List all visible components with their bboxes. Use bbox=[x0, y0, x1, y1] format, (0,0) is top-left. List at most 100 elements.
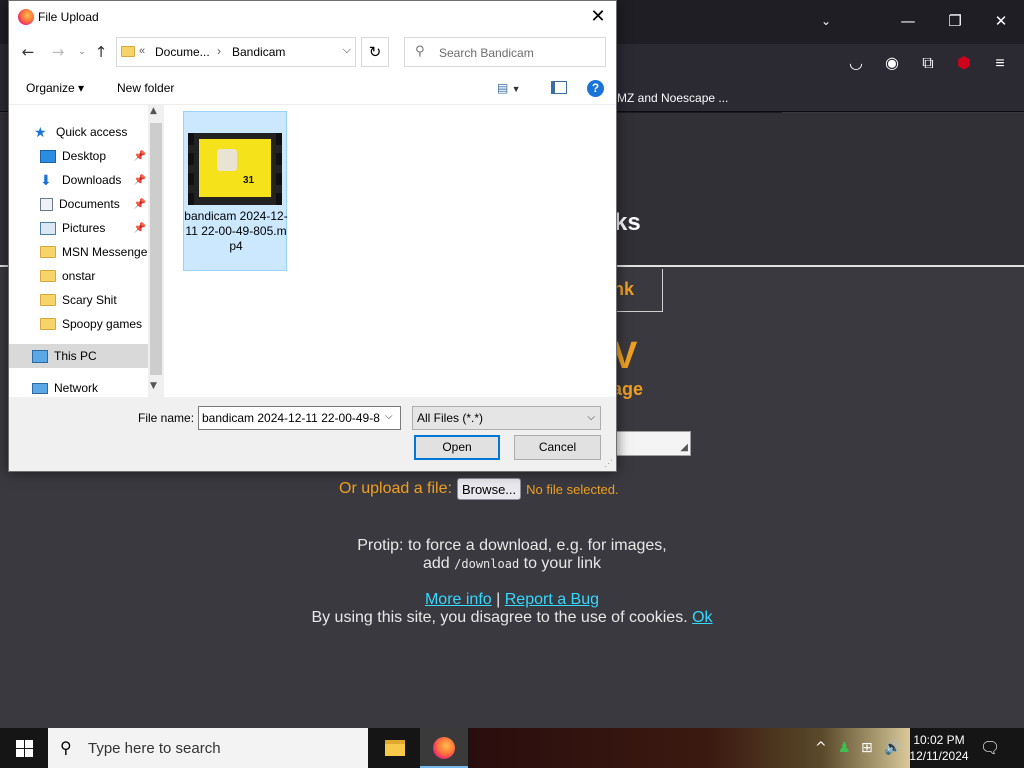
restore-button[interactable]: ❐ bbox=[940, 10, 970, 32]
nav-item-label: MSN Messenger bbox=[62, 245, 148, 259]
tab-list-chevron-icon[interactable]: ⌄ bbox=[811, 10, 841, 32]
dialog-command-bar: Organize ▾ New folder ▤ ▼ ? bbox=[9, 71, 616, 105]
windows-logo-icon bbox=[16, 740, 24, 748]
breadcrumb-bandicam[interactable]: Bandicam bbox=[232, 45, 285, 59]
tray-chevron-up-icon[interactable]: ^ bbox=[815, 738, 827, 758]
protip-line-1: Protip: to force a download, e.g. for im… bbox=[357, 537, 667, 554]
nav-item-network[interactable]: Network bbox=[9, 376, 148, 397]
open-button[interactable]: Open bbox=[414, 435, 500, 460]
pictures-icon bbox=[40, 221, 56, 235]
nav-item-quick-access[interactable]: ★ Quick access bbox=[9, 120, 148, 144]
forward-arrow-icon[interactable]: → bbox=[49, 42, 67, 62]
nav-item-label: Scary Shit bbox=[62, 293, 117, 307]
nav-item-desktop[interactable]: Desktop 📌 bbox=[9, 144, 148, 168]
taskbar-firefox[interactable] bbox=[420, 728, 468, 768]
nav-item-pictures[interactable]: Pictures 📌 bbox=[9, 216, 148, 240]
thumbnail-face bbox=[217, 149, 237, 171]
size-grip-icon[interactable]: ⋰ bbox=[604, 458, 613, 469]
protip-code: /download bbox=[454, 557, 520, 571]
nav-item-label: This PC bbox=[54, 349, 97, 363]
taskbar-search[interactable]: ⚲ Type here to search bbox=[48, 728, 368, 768]
ublock-icon[interactable]: ⬢ bbox=[953, 54, 975, 74]
user-status-icon[interactable]: ♟ bbox=[838, 738, 851, 758]
protip-add: add bbox=[422, 555, 450, 572]
organize-button[interactable]: Organize ▾ bbox=[26, 81, 84, 95]
no-file-text: No file selected. bbox=[526, 481, 619, 497]
chevron-down-icon[interactable]: ⌵ bbox=[587, 407, 595, 429]
scroll-up-icon[interactable]: ▲ bbox=[150, 106, 157, 116]
address-bar[interactable]: « Docume... › Bandicam ⌵ bbox=[116, 37, 356, 67]
preview-pane-icon[interactable] bbox=[551, 81, 567, 94]
nav-item-this-pc[interactable]: This PC bbox=[9, 344, 148, 368]
chevron-down-icon[interactable]: ⌵ bbox=[385, 411, 393, 422]
nav-item-msn-messenger[interactable]: MSN Messenger bbox=[9, 240, 148, 264]
nav-item-documents[interactable]: Documents 📌 bbox=[9, 192, 148, 216]
folder-icon bbox=[40, 270, 56, 282]
notifications-icon[interactable]: 🗨 bbox=[980, 738, 1000, 757]
file-type-value: All Files (*.*) bbox=[417, 411, 484, 425]
report-bug-link[interactable]: Report a Bug bbox=[505, 591, 599, 608]
nav-item-spoopy-games[interactable]: Spoopy games bbox=[9, 312, 148, 336]
breadcrumb-separator-icon[interactable]: › bbox=[217, 44, 221, 58]
nav-item-label: Pictures bbox=[62, 221, 106, 235]
search-icon: ⚲ bbox=[415, 44, 425, 59]
dialog-close-button[interactable]: ✕ bbox=[586, 5, 610, 29]
close-window-button[interactable]: ✕ bbox=[986, 10, 1016, 32]
cookie-text: By using this site, you disagree to the … bbox=[311, 609, 688, 626]
scroll-down-icon[interactable]: ▼ bbox=[150, 381, 157, 391]
file-item[interactable]: 31 bandicam 2024-12-11 22-00-49-805.mp4 bbox=[183, 111, 288, 271]
bookmark-item[interactable]: MZ and Noescape ... bbox=[617, 91, 728, 105]
video-thumbnail: 31 bbox=[188, 133, 282, 205]
extensions-icon[interactable]: ⧉ bbox=[917, 54, 939, 74]
file-name-label: File name: bbox=[138, 411, 195, 425]
nav-item-onstar[interactable]: onstar bbox=[9, 264, 148, 288]
nav-pane-scrollbar[interactable]: ▲ ▼ bbox=[148, 105, 164, 397]
new-folder-button[interactable]: New folder bbox=[117, 81, 174, 95]
minimize-button[interactable]: — bbox=[893, 10, 923, 32]
search-box[interactable]: ⚲ bbox=[404, 37, 606, 67]
chevron-down-icon[interactable]: ⌵ bbox=[343, 44, 351, 57]
start-button[interactable] bbox=[0, 728, 48, 768]
volume-icon[interactable]: 🔊 bbox=[884, 738, 901, 758]
resize-grip-icon[interactable]: ◢ bbox=[680, 443, 688, 453]
search-input[interactable] bbox=[439, 44, 599, 62]
windows-logo-icon bbox=[25, 740, 33, 748]
menu-icon[interactable]: ≡ bbox=[989, 54, 1011, 74]
file-name-label: bandicam 2024-12-11 22-00-49-805.mp4 bbox=[184, 209, 288, 253]
taskbar-search-placeholder: Type here to search bbox=[88, 740, 221, 757]
recent-locations-chevron-icon[interactable]: ⌄ bbox=[73, 42, 91, 62]
thumbnail-frame: 31 bbox=[199, 139, 271, 197]
file-name-input[interactable] bbox=[198, 406, 401, 430]
change-view-button[interactable]: ▤ ▼ bbox=[497, 81, 521, 95]
file-type-select[interactable]: All Files (*.*) ⌵ bbox=[412, 406, 601, 430]
pin-icon: 📌 bbox=[133, 174, 146, 186]
more-info-link[interactable]: More info bbox=[425, 591, 492, 608]
dialog-title-bar[interactable]: File Upload ✕ bbox=[9, 1, 616, 33]
system-clock[interactable]: 10:02 PM 12/11/2024 bbox=[908, 732, 970, 764]
cookie-ok-link[interactable]: Ok bbox=[692, 609, 712, 626]
address-overflow[interactable]: « bbox=[139, 45, 145, 57]
refresh-button[interactable]: ↻ bbox=[361, 37, 389, 67]
network-icon[interactable]: ⊞ bbox=[861, 738, 873, 758]
help-button[interactable]: ? bbox=[587, 80, 604, 97]
scrollbar-thumb[interactable] bbox=[150, 123, 162, 375]
dialog-footer: File name: ⌵ All Files (*.*) ⌵ Open Canc… bbox=[9, 397, 616, 471]
protip-suffix: to your link bbox=[523, 555, 601, 572]
back-arrow-icon[interactable]: ← bbox=[19, 42, 37, 62]
url-textarea[interactable]: ◢ bbox=[612, 431, 691, 456]
taskbar-file-explorer[interactable] bbox=[372, 728, 418, 768]
cancel-button[interactable]: Cancel bbox=[514, 435, 601, 460]
up-arrow-icon[interactable]: ↑ bbox=[92, 42, 110, 62]
browse-button[interactable]: Browse... bbox=[456, 478, 522, 500]
firefox-icon bbox=[18, 9, 34, 25]
account-icon[interactable]: ◉ bbox=[881, 54, 903, 74]
nav-item-scary-shit[interactable]: Scary Shit bbox=[9, 288, 148, 312]
firefox-icon bbox=[433, 737, 455, 759]
nav-item-downloads[interactable]: ⬇ Downloads 📌 bbox=[9, 168, 148, 192]
documents-icon bbox=[40, 197, 53, 211]
file-upload-dialog: File Upload ✕ ← → ⌄ ↑ « Docume... › Band… bbox=[8, 0, 617, 472]
upload-label: Or upload a file: bbox=[339, 480, 452, 497]
pocket-icon[interactable]: ◡ bbox=[845, 54, 867, 74]
breadcrumb-documents[interactable]: Docume... bbox=[155, 45, 210, 59]
folder-icon bbox=[40, 246, 56, 258]
